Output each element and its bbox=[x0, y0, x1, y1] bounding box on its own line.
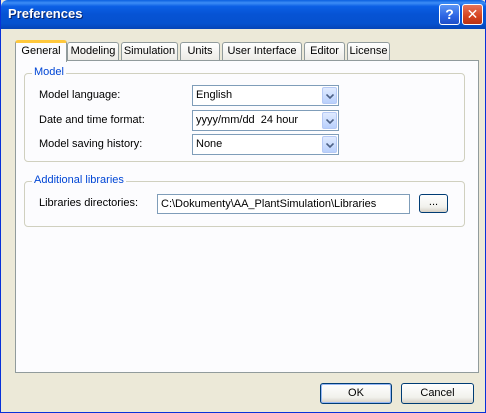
date-time-format-select[interactable]: yyyy/mm/dd 24 hour bbox=[192, 110, 339, 131]
model-language-label: Model language: bbox=[39, 89, 121, 101]
title-bar[interactable]: Preferences ? ✕ bbox=[1, 0, 486, 29]
chevron-down-icon[interactable] bbox=[322, 87, 337, 104]
close-icon: ✕ bbox=[466, 6, 479, 22]
window-title: Preferences bbox=[8, 6, 83, 21]
tab-general[interactable]: General bbox=[15, 40, 67, 62]
tab-editor[interactable]: Editor bbox=[304, 42, 345, 60]
cancel-button[interactable]: Cancel bbox=[401, 383, 474, 404]
general-tab-panel: Model Model language: English Date and t… bbox=[15, 60, 479, 373]
preferences-dialog: Preferences ? ✕ General Modeling Simulat… bbox=[0, 0, 486, 413]
chevron-down-icon[interactable] bbox=[322, 112, 337, 129]
chevron-down-icon[interactable] bbox=[322, 136, 337, 153]
model-group-title: Model bbox=[32, 66, 66, 78]
help-button[interactable]: ? bbox=[439, 4, 460, 25]
libraries-group-title: Additional libraries bbox=[32, 174, 126, 186]
model-saving-history-label: Model saving history: bbox=[39, 138, 143, 150]
ok-button[interactable]: OK bbox=[320, 383, 392, 404]
close-button[interactable]: ✕ bbox=[462, 4, 483, 25]
tab-user-interface[interactable]: User Interface bbox=[222, 42, 302, 60]
tab-modeling[interactable]: Modeling bbox=[67, 42, 119, 60]
tab-license[interactable]: License bbox=[347, 42, 390, 60]
tab-simulation[interactable]: Simulation bbox=[121, 42, 178, 60]
model-language-select[interactable]: English bbox=[192, 85, 339, 106]
browse-button[interactable]: ... bbox=[419, 194, 448, 213]
tab-units[interactable]: Units bbox=[180, 42, 220, 60]
date-time-format-label: Date and time format: bbox=[39, 114, 145, 126]
libraries-directories-label: Libraries directories: bbox=[39, 197, 139, 209]
help-icon: ? bbox=[445, 6, 454, 22]
libraries-directories-input[interactable]: C:\Dokumenty\AA_PlantSimulation\Librarie… bbox=[157, 194, 410, 214]
model-saving-history-select[interactable]: None bbox=[192, 134, 339, 155]
